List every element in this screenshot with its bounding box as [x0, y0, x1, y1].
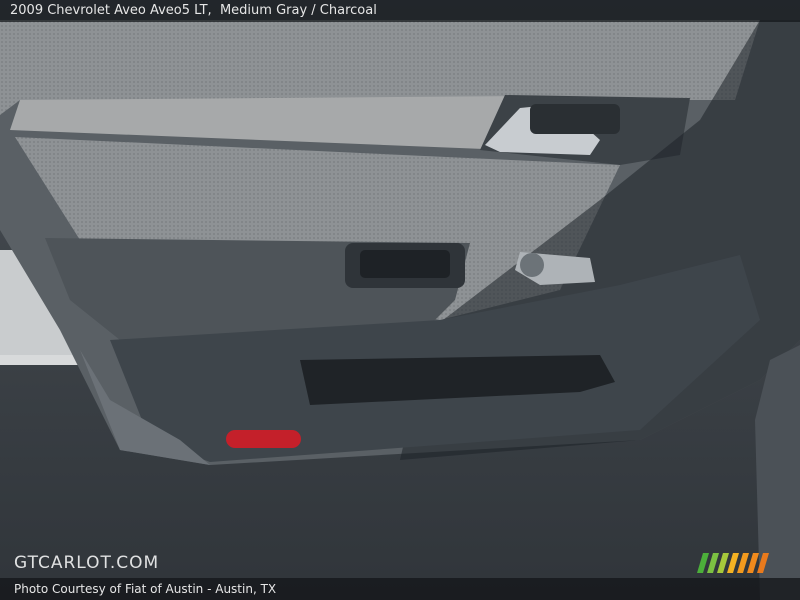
- caption-bar: 2009 Chevrolet Aveo Aveo5 LT, Medium Gra…: [0, 0, 800, 22]
- site-watermark: GTCARLOT.COM: [14, 553, 160, 573]
- door-photo: [0, 0, 800, 600]
- photo-credit: Photo Courtesy of Fiat of Austin - Austi…: [0, 578, 800, 600]
- stripes-logo: [697, 553, 769, 573]
- vehicle-title: 2009 Chevrolet Aveo Aveo5 LT,: [10, 3, 212, 18]
- vehicle-colors: Medium Gray / Charcoal: [219, 3, 377, 18]
- door-reflector: [226, 430, 301, 448]
